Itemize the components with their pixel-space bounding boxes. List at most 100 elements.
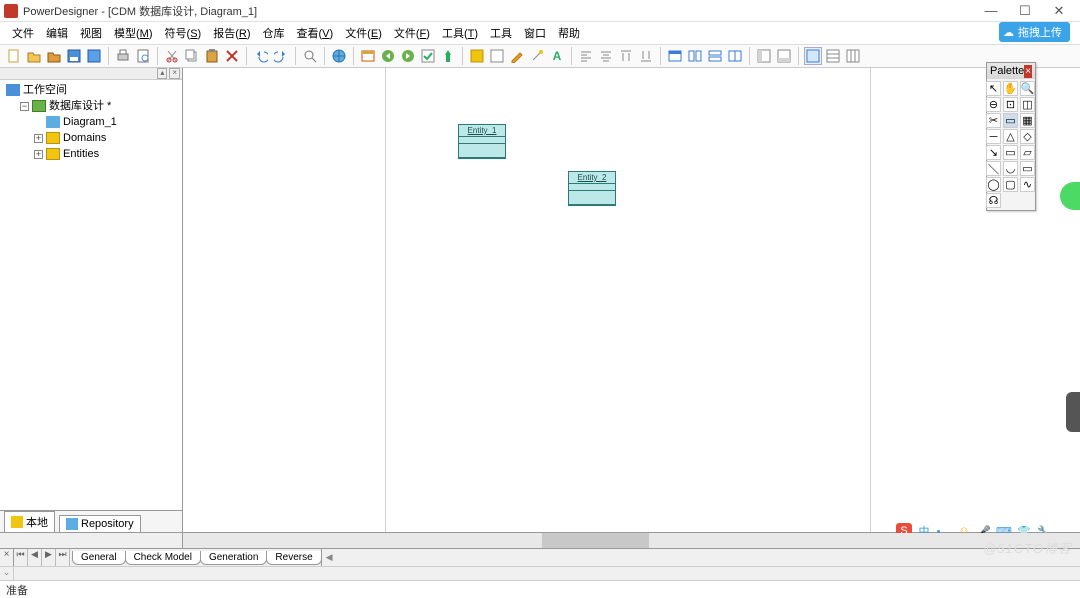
inheritance-tool-icon[interactable]: △ bbox=[1003, 129, 1018, 144]
align-top-icon[interactable] bbox=[617, 47, 635, 65]
palette-close-icon[interactable]: × bbox=[1024, 65, 1032, 78]
nav-back-icon[interactable] bbox=[379, 47, 397, 65]
find-icon[interactable] bbox=[301, 47, 319, 65]
rounded-rect-tool-icon[interactable]: ▢ bbox=[1003, 177, 1018, 192]
side-handle[interactable] bbox=[1066, 392, 1080, 432]
menu-item[interactable]: 文件(E) bbox=[339, 23, 388, 43]
palette-panel[interactable]: Palette × ↖ ✋ 🔍 ⊖ ⊡ ◫ ✂ ▭ ▦ ─ △ ◇ ↘ ▭ ▱ … bbox=[986, 62, 1036, 211]
output-tab[interactable]: Reverse bbox=[266, 551, 321, 565]
save-icon[interactable] bbox=[65, 47, 83, 65]
save-model-icon[interactable] bbox=[85, 47, 103, 65]
edit-pencil-icon[interactable] bbox=[508, 47, 526, 65]
scroll-left-icon[interactable]: ◀ bbox=[326, 552, 333, 563]
line-tool-icon[interactable]: ＼ bbox=[986, 161, 1001, 176]
menu-item[interactable]: 文件 bbox=[6, 23, 40, 43]
window-tool1-icon[interactable] bbox=[666, 47, 684, 65]
tree-domains[interactable]: + Domains bbox=[32, 130, 180, 146]
view-mode3-icon[interactable] bbox=[844, 47, 862, 65]
tab-nav-first-icon[interactable]: ⏮ bbox=[14, 549, 28, 566]
canvas-hscroll[interactable] bbox=[0, 532, 1080, 548]
collapse-icon[interactable]: − bbox=[20, 102, 29, 111]
new-icon[interactable] bbox=[5, 47, 23, 65]
diagram-canvas[interactable]: Entity_1 Entity_2 bbox=[183, 68, 1080, 532]
output-close-icon[interactable]: × bbox=[0, 549, 14, 566]
upload-badge[interactable]: ☁ 拖拽上传 bbox=[999, 22, 1070, 42]
grid-tool-icon[interactable]: ▦ bbox=[1020, 113, 1035, 128]
nav-fwd-icon[interactable] bbox=[399, 47, 417, 65]
zoom-actual-icon[interactable]: ◫ bbox=[1020, 97, 1035, 112]
sidebar-close-icon[interactable]: × bbox=[169, 68, 180, 79]
palette-header[interactable]: Palette × bbox=[987, 63, 1035, 79]
folder-project-icon[interactable] bbox=[45, 47, 63, 65]
package-tool-icon[interactable]: ▭ bbox=[1003, 145, 1018, 160]
menu-item[interactable]: 仓库 bbox=[257, 23, 291, 43]
output-tab[interactable]: Check Model bbox=[125, 551, 201, 565]
rect-tool-icon[interactable]: ▭ bbox=[1020, 161, 1035, 176]
check-model-icon[interactable] bbox=[419, 47, 437, 65]
association-tool-icon[interactable]: ◇ bbox=[1020, 129, 1035, 144]
side-fab[interactable] bbox=[1060, 182, 1080, 210]
window-tool4-icon[interactable] bbox=[726, 47, 744, 65]
tree-entities[interactable]: + Entities bbox=[32, 146, 180, 162]
menu-item[interactable]: 工具 bbox=[484, 23, 518, 43]
menu-item[interactable]: 模型(M) bbox=[108, 23, 159, 43]
align-bottom-icon[interactable] bbox=[637, 47, 655, 65]
tab-nav-last-icon[interactable]: ⏭ bbox=[56, 549, 70, 566]
window-tool2-icon[interactable] bbox=[686, 47, 704, 65]
polyline-tool-icon[interactable]: ∿ bbox=[1020, 177, 1035, 192]
view-mode1-icon[interactable] bbox=[804, 47, 822, 65]
tab-local[interactable]: 本地 bbox=[4, 511, 55, 532]
align-center-icon[interactable] bbox=[597, 47, 615, 65]
scroll-thumb[interactable] bbox=[542, 533, 650, 548]
expand-icon[interactable]: + bbox=[34, 150, 43, 159]
link-tool-icon[interactable]: ↘ bbox=[986, 145, 1001, 160]
relation-tool-icon[interactable]: ─ bbox=[986, 129, 1001, 144]
tab-nav-next-icon[interactable]: ▶ bbox=[42, 549, 56, 566]
menu-item[interactable]: 报告(R) bbox=[207, 23, 256, 43]
wand-icon[interactable] bbox=[528, 47, 546, 65]
entity-tool-icon[interactable]: ▭ bbox=[1003, 113, 1018, 128]
sidebar-pin-icon[interactable]: ▴ bbox=[157, 68, 167, 79]
menu-item[interactable]: 查看(V) bbox=[291, 23, 340, 43]
redo-icon[interactable] bbox=[272, 47, 290, 65]
open-icon[interactable] bbox=[25, 47, 43, 65]
layout2-icon[interactable] bbox=[775, 47, 793, 65]
window-new-icon[interactable] bbox=[359, 47, 377, 65]
zoom-out-icon[interactable]: ⊖ bbox=[986, 97, 1001, 112]
object-tree[interactable]: 工作空间 − 数据库设计 * bbox=[0, 80, 182, 510]
cut-icon[interactable] bbox=[163, 47, 181, 65]
undo-icon[interactable] bbox=[252, 47, 270, 65]
window-tool3-icon[interactable] bbox=[706, 47, 724, 65]
layout1-icon[interactable] bbox=[755, 47, 773, 65]
tree-model[interactable]: − 数据库设计 * bbox=[18, 98, 180, 114]
close-button[interactable]: ✕ bbox=[1042, 1, 1076, 21]
print-preview-icon[interactable] bbox=[134, 47, 152, 65]
style-fill-icon[interactable] bbox=[468, 47, 486, 65]
hand-tool-icon[interactable]: ✋ bbox=[1003, 81, 1018, 96]
font-icon[interactable]: A bbox=[548, 47, 566, 65]
maximize-button[interactable]: ☐ bbox=[1008, 1, 1042, 21]
minimize-button[interactable]: — bbox=[974, 1, 1008, 21]
copy-icon[interactable] bbox=[183, 47, 201, 65]
generate-icon[interactable] bbox=[439, 47, 457, 65]
pointer-tool-icon[interactable]: ↖ bbox=[986, 81, 1001, 96]
globe-icon[interactable] bbox=[330, 47, 348, 65]
cut-tool-icon[interactable]: ✂ bbox=[986, 113, 1001, 128]
menu-item[interactable]: 编辑 bbox=[40, 23, 74, 43]
output-tab[interactable]: Generation bbox=[200, 551, 267, 565]
file-tool-icon[interactable]: ▱ bbox=[1020, 145, 1035, 160]
view-mode2-icon[interactable] bbox=[824, 47, 842, 65]
ellipse-tool-icon[interactable]: ◯ bbox=[986, 177, 1001, 192]
zoom-in-icon[interactable]: 🔍 bbox=[1020, 81, 1035, 96]
style-line-icon[interactable] bbox=[488, 47, 506, 65]
tab-repository[interactable]: Repository bbox=[59, 515, 141, 532]
paste-icon[interactable] bbox=[203, 47, 221, 65]
entity-box[interactable]: Entity_1 bbox=[458, 124, 506, 159]
align-left-icon[interactable] bbox=[577, 47, 595, 65]
tree-diagram[interactable]: Diagram_1 bbox=[32, 114, 180, 130]
tree-workspace[interactable]: 工作空间 bbox=[4, 82, 180, 98]
arc-tool-icon[interactable]: ◡ bbox=[1003, 161, 1018, 176]
expand-icon[interactable]: + bbox=[34, 134, 43, 143]
menu-item[interactable]: 视图 bbox=[74, 23, 108, 43]
menu-item[interactable]: 窗口 bbox=[518, 23, 552, 43]
